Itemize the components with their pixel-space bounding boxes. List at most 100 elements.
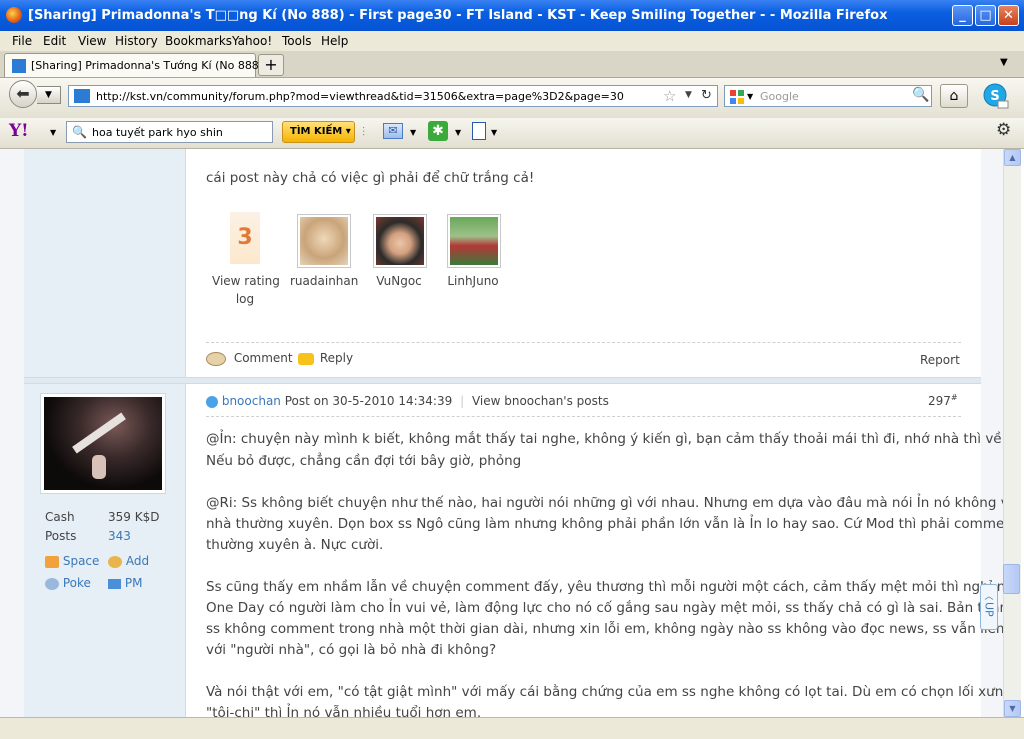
post-line: nhà thường xuyên. Dọn box ss Ngô cũng là… <box>206 516 1003 532</box>
mail-icon[interactable]: ✉ <box>383 123 403 139</box>
floor-number[interactable]: 297# <box>928 393 958 408</box>
search-placeholder: Google <box>760 90 799 103</box>
status-bar <box>0 717 1024 739</box>
rating-count: 3 <box>237 225 253 250</box>
tab-list-icon[interactable]: ▼ <box>1000 57 1008 68</box>
firefox-icon <box>6 7 22 23</box>
yahoo-logo[interactable]: Y! <box>9 121 29 141</box>
stat-value-cash: 359 K$D <box>108 510 160 524</box>
page-viewport: cái post này chả có việc gì phải để chữ … <box>0 149 1003 738</box>
view-author-posts-link[interactable]: View bnoochan's posts <box>472 394 609 408</box>
vertical-scrollbar[interactable]: ▲ ▼ <box>1003 149 1021 717</box>
menu-file[interactable]: File <box>12 34 32 48</box>
stat-value-posts[interactable]: 343 <box>108 529 131 543</box>
post-line: Nếu bỏ được, chẳng cần đợi tới bây giờ, … <box>206 453 522 469</box>
site-favicon <box>74 89 90 103</box>
rating-count-box: 3 <box>230 212 260 264</box>
menu-view[interactable]: View <box>78 34 106 48</box>
home-button[interactable]: ⌂ <box>940 84 968 108</box>
yahoo-menu-dropdown-icon[interactable]: ▼ <box>50 128 56 137</box>
rater-name[interactable]: ruadainhan <box>290 274 358 288</box>
menu-tools[interactable]: Tools <box>282 34 312 48</box>
yahoo-search-value: hoa tuyết park hyo shin <box>92 126 223 139</box>
page-tools-dropdown-icon[interactable]: ▼ <box>491 128 497 137</box>
scroll-up-icon[interactable]: ▲ <box>1004 149 1021 166</box>
settings-gear-icon[interactable]: ⚙ <box>996 120 1011 140</box>
poke-link[interactable]: Poke <box>45 576 91 590</box>
view-rating-log-link[interactable]: View rating log <box>212 274 280 306</box>
space-link[interactable]: Space <box>45 554 99 568</box>
google-icon <box>730 90 744 104</box>
mail-dropdown-icon[interactable]: ▼ <box>410 128 416 137</box>
comment-label: Comment <box>233 351 293 365</box>
menu-edit[interactable]: Edit <box>43 34 66 48</box>
rater-avatar-image <box>450 217 498 265</box>
author-link[interactable]: bnoochan <box>222 394 281 408</box>
pm-link[interactable]: PM <box>108 576 142 590</box>
yahoo-search-button[interactable]: TÌM KIẾM ▾ <box>282 121 355 143</box>
floor-value: 297 <box>928 394 951 408</box>
post-separator <box>24 377 981 384</box>
kst-favicon <box>12 59 26 73</box>
tab-current[interactable]: [Sharing] Primadonna's Tướng Kí (No 888)… <box>4 53 285 77</box>
yahoo-search-input[interactable]: 🔍 hoa tuyết park hyo shin <box>66 121 273 143</box>
add-label: Add <box>125 554 150 568</box>
author-avatar[interactable] <box>40 393 166 494</box>
rater-avatar[interactable] <box>373 214 427 268</box>
menu-yahoo[interactable]: Yahoo! <box>232 34 272 48</box>
floor-sup: # <box>950 393 958 402</box>
up-label: UP <box>982 602 996 617</box>
post-line: thường xuyên à. Nực cười. <box>206 537 384 553</box>
add-friend-link[interactable]: Add <box>108 554 149 568</box>
scrollbar-thumb[interactable] <box>1003 564 1020 594</box>
toolbar-grip-icon: ⫶ <box>362 125 366 139</box>
bookmark-star-icon[interactable]: ☆ <box>663 87 676 105</box>
skype-icon[interactable]: S <box>980 82 1010 110</box>
maximize-button[interactable]: □ <box>975 5 996 26</box>
post-line: One Day có người làm cho Ỉn vui vẻ, làm … <box>206 600 1003 616</box>
post-line: Và nói thật với em, "có tật giật mình" v… <box>206 684 1003 700</box>
search-box[interactable]: ▼ Google 🔍 <box>724 85 932 107</box>
rater-name[interactable]: LinhJuno <box>440 274 506 288</box>
comment-button[interactable]: Comment <box>206 351 293 366</box>
post-line: với "người nhà", có gọi là bỏ nhà đi khô… <box>206 642 497 658</box>
window-title: [Sharing] Primadonna's T□□ng Kí (No 888)… <box>28 8 888 23</box>
scroll-down-icon[interactable]: ▼ <box>1004 700 1021 717</box>
comment-icon <box>206 351 226 366</box>
search-icon[interactable]: 🔍 <box>912 87 929 103</box>
rater-name[interactable]: VuNgoc <box>366 274 432 288</box>
close-button[interactable]: ✕ <box>998 5 1019 26</box>
report-link[interactable]: Report <box>920 353 960 367</box>
reply-button[interactable]: Reply <box>298 351 353 365</box>
minimize-button[interactable]: _ <box>952 5 973 26</box>
menu-help[interactable]: Help <box>321 34 348 48</box>
new-tab-button[interactable]: + <box>258 54 284 76</box>
post-text: cái post này chả có việc gì phải để chữ … <box>206 170 535 186</box>
menu-history[interactable]: History <box>115 34 158 48</box>
widget-dropdown-icon[interactable]: ▼ <box>455 128 461 137</box>
address-bar[interactable]: http://kst.vn/community/forum.php?mod=vi… <box>68 85 718 107</box>
post-date: Post on 30-5-2010 14:34:39 <box>284 394 453 408</box>
post-line: Ss cũng thấy em nhầm lẫn về chuyện comme… <box>206 579 1003 595</box>
tab-label: [Sharing] Primadonna's Tướng Kí (No 888)… <box>31 59 285 72</box>
reload-icon[interactable]: ↻ <box>701 88 712 103</box>
scroll-to-top-button[interactable]: ︿ UP <box>980 584 998 630</box>
poke-label: Poke <box>62 576 91 590</box>
history-dropdown-icon[interactable]: ▼ <box>685 90 692 100</box>
menu-bar: File Edit View History Bookmarks Yahoo! … <box>0 31 1024 51</box>
page-tools-icon[interactable] <box>472 122 486 140</box>
rater-avatar[interactable] <box>447 214 501 268</box>
search-icon: 🔍 <box>72 125 87 139</box>
menu-bookmarks[interactable]: Bookmarks <box>165 34 232 48</box>
back-button[interactable]: ⬅ <box>9 80 37 108</box>
space-label: Space <box>62 554 100 568</box>
add-friend-icon <box>108 555 122 568</box>
widget-flower-icon[interactable]: ✱ <box>428 121 448 141</box>
forward-dropdown-button[interactable]: ▼ <box>37 86 61 104</box>
poke-icon <box>45 577 59 590</box>
search-engine-dropdown-icon[interactable]: ▼ <box>747 92 753 101</box>
divider <box>206 416 961 417</box>
rater-avatar[interactable] <box>297 214 351 268</box>
post-line: @Ri: Ss không biết chuyện như thế nào, h… <box>206 495 1003 511</box>
divider <box>206 342 961 343</box>
